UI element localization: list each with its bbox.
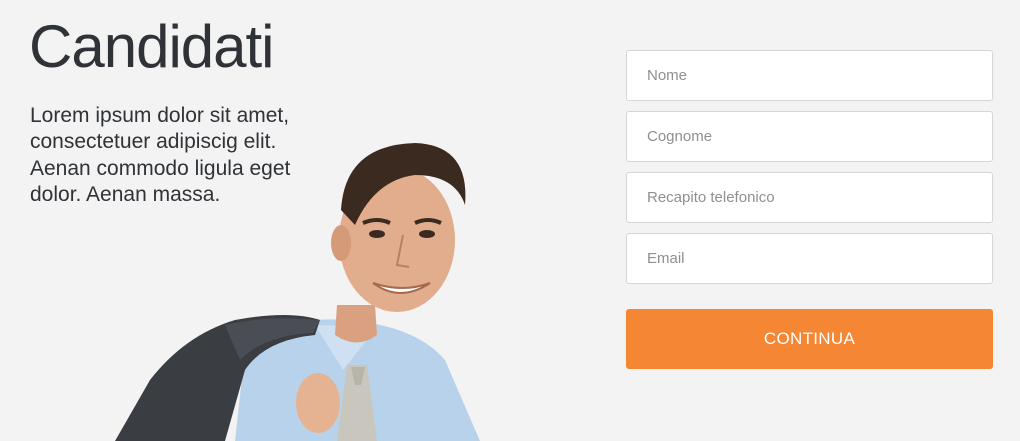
candidati-page: Candidati Lorem ipsum dolor sit amet, co…: [0, 0, 1020, 441]
continua-button[interactable]: CONTINUA: [626, 309, 993, 369]
cognome-field[interactable]: [626, 111, 993, 162]
email-field[interactable]: [626, 233, 993, 284]
nome-field[interactable]: [626, 50, 993, 101]
businessman-photo: [115, 135, 490, 441]
application-form: CONTINUA: [626, 50, 993, 369]
page-title: Candidati: [29, 13, 275, 80]
phone-field[interactable]: [626, 172, 993, 223]
